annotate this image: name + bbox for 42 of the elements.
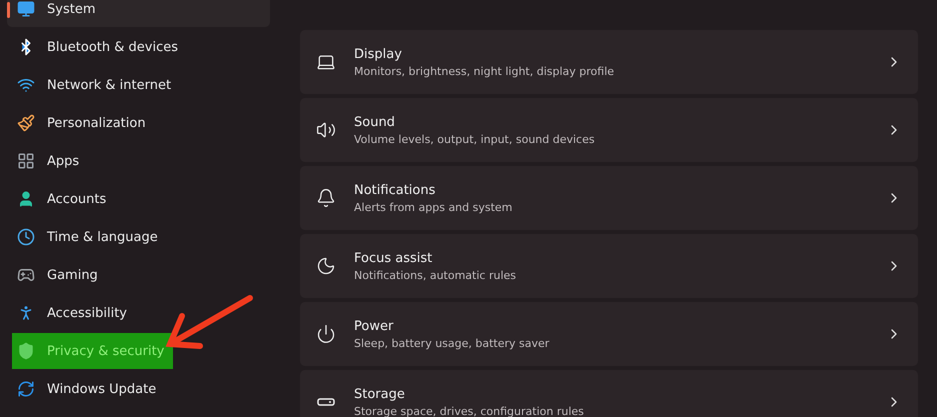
card-title: Sound — [354, 114, 396, 130]
sidebar-item[interactable]: Windows Update — [7, 371, 270, 407]
clock-icon — [17, 228, 35, 246]
settings-card[interactable]: Notifications Alerts from apps and system — [300, 166, 918, 230]
power-icon — [316, 324, 336, 344]
sidebar-item[interactable]: Gaming — [7, 257, 270, 293]
sidebar-item[interactable]: Apps — [7, 143, 270, 179]
card-description: Notifications, automatic rules — [354, 268, 518, 282]
wifi-icon — [17, 76, 35, 94]
refresh-icon — [17, 380, 35, 398]
sidebar-item[interactable]: Network & internet — [7, 67, 270, 103]
card-title: Focus assist — [354, 250, 434, 266]
settings-card[interactable]: Sound Volume levels, output, input, sound devices — [300, 98, 918, 162]
sidebar-item[interactable]: Time & language — [7, 219, 270, 255]
sidebar-item[interactable]: Bluetooth & devices — [7, 29, 270, 65]
paintbrush-icon — [17, 114, 35, 132]
speaker-icon — [316, 120, 336, 140]
card-title: Notifications — [354, 182, 436, 198]
card-description: Monitors, brightness, night light, display profile — [354, 64, 616, 78]
settings-card[interactable]: Focus assist Notifications, automatic rules — [300, 234, 918, 298]
sidebar-item[interactable]: Accounts — [7, 181, 270, 217]
card-title: Storage — [354, 386, 406, 402]
sidebar-item[interactable]: Accessibility — [7, 295, 270, 331]
settings-card[interactable]: Power Sleep, battery usage, battery saver — [300, 302, 918, 366]
card-description: Alerts from apps and system — [354, 200, 514, 214]
sidebar-item[interactable]: System — [7, 0, 270, 27]
sidebar-item[interactable]: Personalization — [7, 105, 270, 141]
card-title: Power — [354, 318, 394, 334]
settings-card[interactable]: Storage Storage space, drives, configuration rules — [300, 370, 918, 417]
shield-icon — [17, 342, 35, 360]
monitor-icon — [17, 0, 35, 18]
card-title: Display — [354, 46, 403, 62]
gamepad-icon — [17, 266, 35, 284]
grid-icon — [17, 152, 35, 170]
settings-card[interactable]: Display Monitors, brightness, night light, display profile — [300, 30, 918, 94]
card-description: Sleep, battery usage, battery saver — [354, 336, 550, 350]
card-description: Storage space, drives, configuration rules — [354, 404, 585, 417]
selection-indicator — [7, 2, 10, 18]
bell-icon — [316, 188, 336, 208]
card-description: Volume levels, output, input, sound devices — [354, 132, 596, 146]
moon-icon — [316, 256, 336, 276]
person-icon — [17, 190, 35, 208]
